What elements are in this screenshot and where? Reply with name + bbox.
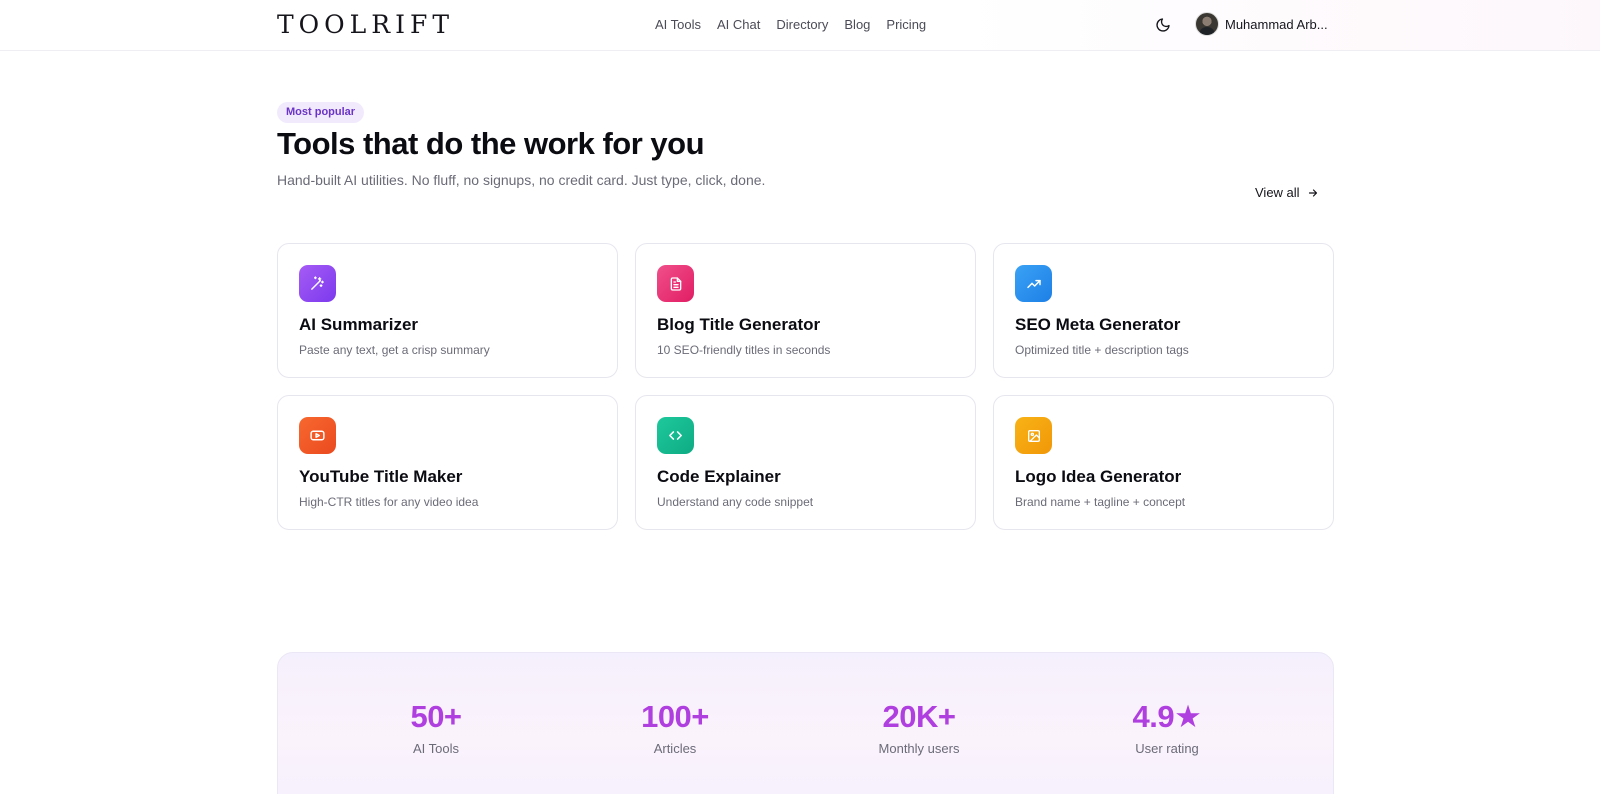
section-title: Tools that do the work for you bbox=[277, 126, 705, 161]
stats-panel: 50+ AI Tools 100+ Articles 20K+ Monthly … bbox=[277, 652, 1334, 794]
tool-icon-box bbox=[299, 265, 336, 302]
tool-name: SEO Meta Generator bbox=[1015, 315, 1181, 334]
tool-name: Blog Title Generator bbox=[657, 315, 821, 334]
tool-card-ai-summarizer[interactable]: AI Summarizer Paste any text, get a cris… bbox=[277, 243, 618, 378]
document-icon bbox=[670, 276, 681, 291]
tool-description: Understand any code snippet bbox=[657, 495, 814, 509]
tool-name: Code Explainer bbox=[657, 467, 781, 486]
tools-grid: AI Summarizer Paste any text, get a cris… bbox=[277, 243, 1334, 530]
tool-name: AI Summarizer bbox=[299, 315, 419, 334]
section-subtitle: Hand-built AI utilities. No fluff, no si… bbox=[277, 172, 766, 188]
stat-value: 4.9★ bbox=[1132, 699, 1202, 734]
tool-icon-box bbox=[657, 265, 694, 302]
main-nav: AI Tools AI Chat Directory Blog Pricing bbox=[655, 17, 942, 32]
stat-label: AI Tools bbox=[412, 741, 459, 756]
tool-card-blog-title-generator[interactable]: Blog Title Generator 10 SEO-friendly tit… bbox=[635, 243, 976, 378]
top-header: TOOLRIFT AI Tools AI Chat Directory Blog… bbox=[0, 0, 1600, 51]
magic-wand-icon bbox=[311, 276, 324, 290]
tool-name: Logo Idea Generator bbox=[1015, 467, 1182, 486]
tool-name: YouTube Title Maker bbox=[299, 467, 463, 486]
stat-value: 100+ bbox=[641, 699, 709, 734]
tool-icon-box bbox=[1015, 265, 1052, 302]
tool-icon-box bbox=[657, 417, 694, 454]
moon-icon bbox=[1156, 18, 1170, 32]
code-icon bbox=[669, 431, 682, 440]
nav-directory[interactable]: Directory bbox=[776, 17, 828, 32]
tool-card-seo-meta-generator[interactable]: SEO Meta Generator Optimized title + des… bbox=[993, 243, 1334, 378]
stat-articles: 100+ Articles bbox=[575, 699, 775, 756]
youtube-icon bbox=[310, 430, 325, 441]
tool-description: 10 SEO-friendly titles in seconds bbox=[657, 343, 831, 357]
user-name: Muhammad Arb... bbox=[1225, 16, 1328, 32]
tool-card-logo-idea-generator[interactable]: Logo Idea Generator Brand name + tagline… bbox=[993, 395, 1334, 530]
stat-value: 50+ bbox=[410, 699, 462, 734]
theme-toggle-button[interactable] bbox=[1153, 15, 1173, 35]
tool-icon-box bbox=[299, 417, 336, 454]
stat-label: Monthly users bbox=[878, 741, 960, 756]
tool-description: Optimized title + description tags bbox=[1015, 343, 1189, 357]
nav-ai-chat[interactable]: AI Chat bbox=[717, 17, 760, 32]
stat-label: User rating bbox=[1135, 741, 1199, 756]
arrow-right-icon bbox=[1308, 188, 1317, 197]
tool-card-youtube-title-maker[interactable]: YouTube Title Maker High-CTR titles for … bbox=[277, 395, 618, 530]
view-all-label: View all bbox=[1255, 185, 1300, 200]
tool-description: Paste any text, get a crisp summary bbox=[299, 343, 490, 357]
nav-pricing[interactable]: Pricing bbox=[886, 17, 926, 32]
stat-value: 20K+ bbox=[882, 699, 956, 734]
stat-monthly-users: 20K+ Monthly users bbox=[819, 699, 1019, 756]
tool-card-code-explainer[interactable]: Code Explainer Understand any code snipp… bbox=[635, 395, 976, 530]
stat-ai-tools: 50+ AI Tools bbox=[336, 699, 536, 756]
tool-description: High-CTR titles for any video idea bbox=[299, 495, 479, 509]
avatar bbox=[1195, 12, 1219, 36]
image-icon bbox=[1027, 429, 1040, 442]
stat-user-rating: 4.9★ User rating bbox=[1067, 699, 1267, 756]
stat-label: Articles bbox=[653, 741, 697, 756]
nav-ai-tools[interactable]: AI Tools bbox=[655, 17, 701, 32]
logo[interactable]: TOOLRIFT bbox=[277, 10, 454, 39]
nav-blog[interactable]: Blog bbox=[844, 17, 870, 32]
tool-description: Brand name + tagline + concept bbox=[1015, 495, 1186, 509]
user-menu[interactable]: Muhammad Arb... bbox=[1195, 12, 1328, 36]
view-all-link[interactable]: View all bbox=[1255, 185, 1319, 200]
tool-icon-box bbox=[1015, 417, 1052, 454]
trending-up-icon bbox=[1026, 279, 1041, 288]
most-popular-badge: Most popular bbox=[277, 102, 365, 123]
